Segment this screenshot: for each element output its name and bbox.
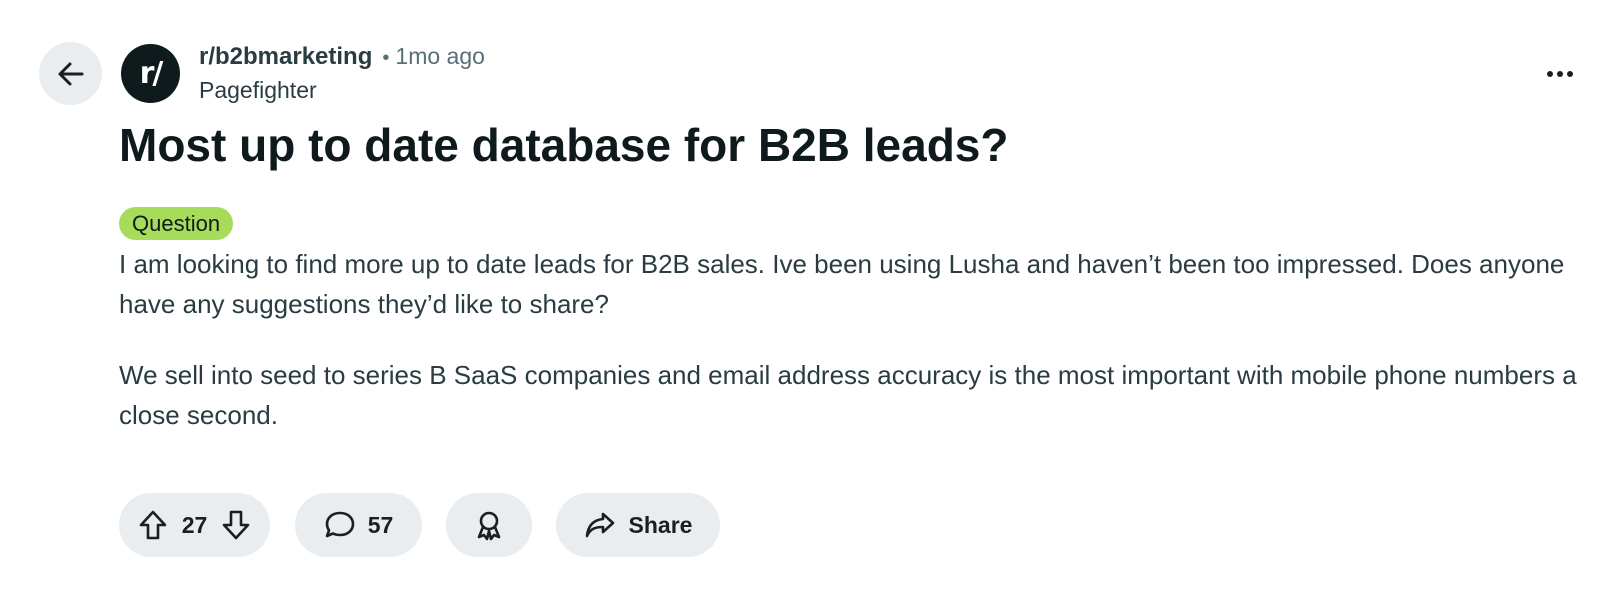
- upvote-button[interactable]: [138, 509, 168, 541]
- comments-button[interactable]: 57: [295, 493, 422, 557]
- post-meta: r/b2bmarketing • 1mo ago Pagefighter: [199, 43, 485, 104]
- downvote-button[interactable]: [221, 509, 251, 541]
- more-options-button[interactable]: [1540, 62, 1580, 86]
- vote-count: 27: [181, 511, 208, 538]
- subreddit-avatar[interactable]: r/: [121, 44, 180, 103]
- arrow-down-icon: [222, 510, 250, 540]
- meta-separator: •: [382, 47, 390, 69]
- share-button[interactable]: Share: [556, 493, 720, 557]
- body-paragraph: We sell into seed to series B SaaS compa…: [119, 360, 1577, 430]
- author-link[interactable]: Pagefighter: [199, 77, 485, 104]
- post-time: 1mo ago: [395, 43, 485, 69]
- post-title: Most up to date database for B2B leads?: [119, 119, 1009, 171]
- award-ribbon-icon: [477, 511, 501, 541]
- ellipsis-icon: [1547, 71, 1573, 77]
- award-button[interactable]: [446, 493, 532, 557]
- post-body: I am looking to find more up to date lea…: [119, 244, 1589, 466]
- share-arrow-icon: [585, 512, 614, 538]
- back-button[interactable]: [39, 42, 102, 105]
- speech-bubble-icon: [325, 511, 355, 538]
- arrow-left-icon: [58, 62, 83, 85]
- avatar-text: r/: [139, 56, 164, 91]
- arrow-up-icon: [139, 510, 167, 540]
- body-paragraph: I am looking to find more up to date lea…: [119, 249, 1565, 319]
- share-label: Share: [628, 511, 693, 538]
- post-flair[interactable]: Question: [119, 207, 234, 240]
- vote-pill: 27: [119, 493, 270, 557]
- subreddit-link[interactable]: r/b2bmarketing: [199, 43, 372, 71]
- comment-count: 57: [367, 511, 394, 538]
